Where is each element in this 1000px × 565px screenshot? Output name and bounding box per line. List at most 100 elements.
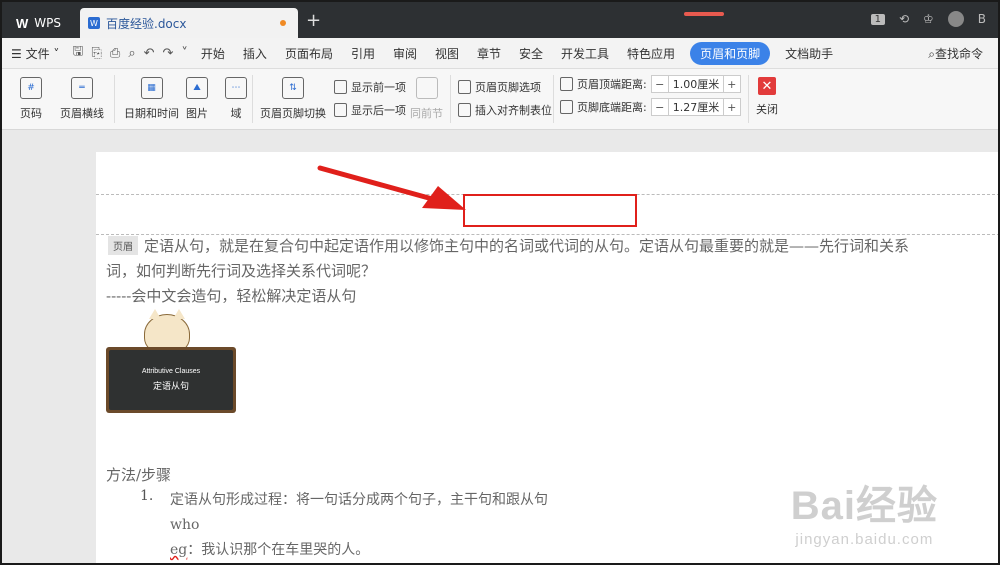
- window-drag-handle[interactable]: [684, 12, 724, 16]
- calendar-icon: ▦: [140, 77, 163, 99]
- page-number-label: 页码: [20, 107, 42, 120]
- wps-logo-icon: W: [16, 15, 29, 31]
- search-icon: ⌕: [928, 47, 935, 61]
- insert-tab-label: 插入对齐制表位: [475, 104, 552, 117]
- decrement-button[interactable]: −: [652, 78, 668, 91]
- field-button[interactable]: ⋯ 域: [225, 77, 247, 121]
- avatar[interactable]: [947, 11, 964, 27]
- document-tab[interactable]: W 百度经验.docx: [80, 8, 298, 38]
- same-as-prev-icon: [415, 77, 438, 99]
- picture-icon: ⛰: [186, 77, 208, 99]
- user-initial: B: [977, 12, 986, 26]
- show-prev-button[interactable]: 显示前一项: [334, 79, 406, 95]
- header-top-stepper[interactable]: − 1.00厘米 +: [650, 75, 741, 93]
- tab-header-footer[interactable]: 页眉和页脚: [690, 41, 771, 65]
- insert-align-tab-button[interactable]: 插入对齐制表位: [458, 102, 552, 118]
- footer-bottom-label: 页脚底端距离:: [577, 101, 647, 114]
- increment-button[interactable]: +: [724, 78, 740, 91]
- method-heading: 方法/步骤: [106, 466, 172, 484]
- date-time-label: 日期和时间: [124, 107, 179, 120]
- chalkboard-image[interactable]: Attributive Clauses 定语从句: [106, 347, 236, 413]
- footer-bottom-stepper[interactable]: − 1.27厘米 +: [650, 98, 741, 116]
- ribbon-divider: [748, 75, 749, 123]
- export-icon[interactable]: ⎘: [88, 46, 106, 61]
- list-number: 1.: [140, 488, 154, 504]
- document-area: 页眉 定语从句，就是在复合句中起定语作用以修饰主句中的名词或代词的从句。定语从句…: [2, 130, 998, 563]
- picture-button[interactable]: ⛰ 图片: [186, 77, 208, 121]
- document-tab-label: 百度经验.docx: [106, 16, 187, 31]
- wps-home-tab[interactable]: W WPS: [6, 8, 74, 38]
- tab-special[interactable]: 特色应用: [618, 45, 684, 62]
- show-prev-label: 显示前一项: [351, 81, 406, 94]
- show-next-label: 显示后一项: [351, 104, 406, 117]
- tab-start[interactable]: 开始: [192, 45, 234, 62]
- page-number-icon: #: [20, 77, 42, 99]
- switch-header-footer-button[interactable]: ⇅ 页眉页脚切换: [260, 77, 326, 121]
- paragraph-2: 词，如何判断先行词及选择关系代词呢？: [106, 262, 377, 280]
- unsaved-dot-icon: [280, 20, 286, 26]
- field-icon: ⋯: [225, 77, 247, 99]
- close-icon: ✕: [758, 77, 776, 95]
- header-line-button[interactable]: ═ 页眉横线: [60, 77, 104, 121]
- save-icon[interactable]: 🖫: [68, 42, 87, 64]
- header-top-value[interactable]: 1.00厘米: [667, 76, 724, 92]
- word-doc-icon: W: [88, 17, 100, 29]
- header-footer-options-button[interactable]: 页眉页脚选项: [458, 79, 541, 95]
- date-time-button[interactable]: ▦ 日期和时间: [124, 77, 179, 121]
- page-number-button[interactable]: # 页码: [20, 77, 42, 121]
- watermark-brand: Bai经验: [790, 484, 938, 528]
- list-item-who: who: [170, 517, 200, 533]
- menu-file-label: 文件: [25, 46, 50, 61]
- show-next-button[interactable]: 显示后一项: [334, 102, 406, 118]
- switch-icon: ⇅: [282, 77, 304, 99]
- tab-insert[interactable]: 插入: [234, 45, 276, 62]
- switch-label: 页眉页脚切换: [260, 107, 326, 120]
- chalkboard-title: Attributive Clauses: [141, 368, 201, 375]
- titlebar-right-controls: 1 ⟲ ♔ B: [870, 11, 986, 27]
- tab-references[interactable]: 引用: [342, 45, 384, 62]
- close-header-footer-button[interactable]: ✕ 关闭: [756, 77, 778, 117]
- close-label: 关闭: [756, 103, 778, 116]
- increment-button[interactable]: +: [724, 101, 740, 114]
- show-prev-icon: [334, 80, 347, 94]
- footer-bottom-icon: [560, 100, 573, 114]
- insert-tab-icon: [458, 103, 471, 117]
- more-icon[interactable]: ˅: [177, 46, 192, 61]
- same-as-prev-label: 同前节: [410, 107, 443, 120]
- footer-bottom-value[interactable]: 1.27厘米: [667, 99, 724, 115]
- header-top-label: 页眉顶端距离:: [577, 78, 647, 91]
- print-preview-icon[interactable]: ⌕: [124, 46, 139, 61]
- decrement-button[interactable]: −: [652, 101, 668, 114]
- header-top-icon: [560, 77, 573, 91]
- new-tab-plus-icon[interactable]: +: [306, 10, 321, 31]
- header-highlight-box[interactable]: [463, 194, 637, 227]
- tab-review[interactable]: 审阅: [384, 45, 426, 62]
- tab-developer[interactable]: 开发工具: [552, 45, 618, 62]
- ribbon-divider: [553, 75, 554, 123]
- paragraph-3: -----会中文会造句，轻松解决定语从句: [106, 287, 357, 305]
- undo-icon[interactable]: ↶: [140, 46, 159, 61]
- watermark-url: jingyan.baidu.com: [795, 531, 934, 548]
- print-icon[interactable]: ⎙: [106, 46, 124, 61]
- menu-file[interactable]: ☰ 文件 ˅: [2, 45, 68, 62]
- skin-icon[interactable]: ♔: [923, 12, 934, 26]
- baidu-watermark: Bai经验 jingyan.baidu.com: [791, 473, 938, 548]
- redo-icon[interactable]: ↷: [159, 46, 178, 61]
- list-item-example: eg：我认识那个在车里哭的人。: [170, 538, 369, 563]
- same-as-prev-button[interactable]: 同前节: [410, 77, 443, 121]
- search-command[interactable]: ⌕查找命令: [919, 45, 992, 62]
- tab-doc-helper[interactable]: 文档助手: [776, 45, 842, 62]
- tab-view[interactable]: 视图: [426, 45, 468, 62]
- menu-bar: ☰ 文件 ˅ 🖫 ⎘ ⎙ ⌕ ↶ ↷ ˅ 开始 插入 页面布局 引用 审阅 视图…: [2, 38, 998, 69]
- tab-section[interactable]: 章节: [468, 45, 510, 62]
- page-count-badge[interactable]: 1: [870, 13, 885, 25]
- app-window: W WPS W 百度经验.docx + 1 ⟲ ♔ B ☰ 文件 ˅ 🖫 ⎘ ⎙…: [0, 0, 1000, 565]
- title-bar: W WPS W 百度经验.docx + 1 ⟲ ♔ B: [2, 2, 998, 38]
- options-label: 页眉页脚选项: [475, 81, 541, 94]
- tab-security[interactable]: 安全: [510, 45, 552, 62]
- share-icon[interactable]: ⟲: [899, 12, 909, 26]
- footer-bottom-distance: 页脚底端距离: − 1.27厘米 +: [560, 98, 741, 116]
- chalkboard: Attributive Clauses 定语从句: [109, 350, 233, 410]
- ribbon-divider: [252, 75, 253, 123]
- tab-layout[interactable]: 页面布局: [276, 45, 342, 62]
